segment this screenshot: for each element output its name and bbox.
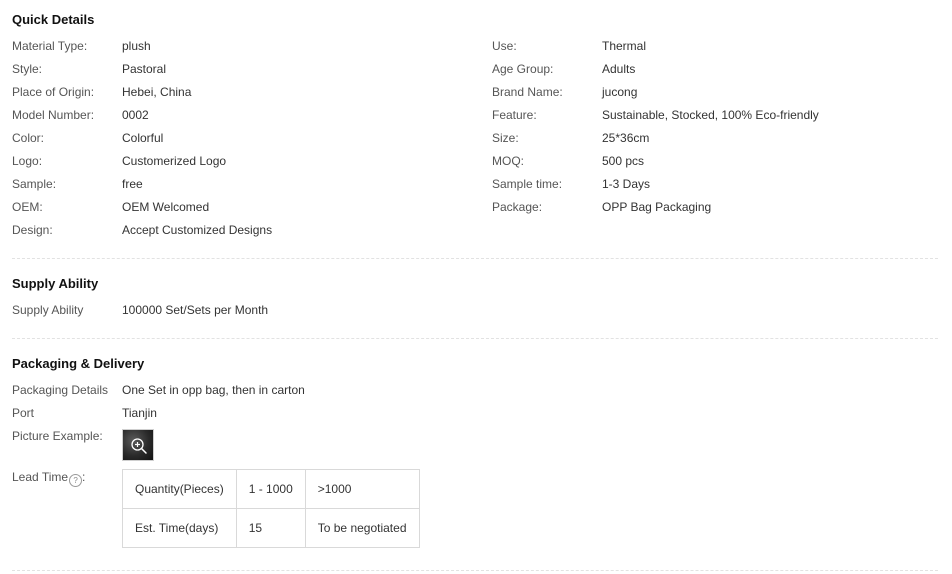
picture-example-thumbnail[interactable] bbox=[122, 429, 154, 461]
detail-value: jucong bbox=[602, 85, 638, 99]
section-divider bbox=[12, 338, 938, 339]
detail-value: Sustainable, Stocked, 100% Eco-friendly bbox=[602, 108, 819, 122]
detail-label: Size: bbox=[492, 131, 519, 145]
section-divider bbox=[12, 258, 938, 259]
detail-label: Use: bbox=[492, 39, 517, 53]
detail-label: Feature: bbox=[492, 108, 537, 122]
supply-ability-title: Supply Ability bbox=[12, 276, 99, 291]
detail-value: plush bbox=[122, 39, 151, 53]
detail-value: Accept Customized Designs bbox=[122, 223, 273, 237]
section-divider bbox=[12, 570, 938, 571]
detail-value: Hebei, China bbox=[122, 85, 192, 99]
detail-label: Packaging Details bbox=[12, 383, 109, 397]
table-cell: To be negotiated bbox=[304, 508, 420, 548]
detail-label: Sample time: bbox=[492, 177, 563, 191]
detail-label: Color: bbox=[12, 131, 45, 145]
detail-value: OEM Welcomed bbox=[122, 200, 210, 214]
detail-value: OPP Bag Packaging bbox=[602, 200, 712, 214]
table-cell: 15 bbox=[235, 508, 306, 548]
table-cell: 1 - 1000 bbox=[235, 469, 306, 509]
lead-time-label-group: Lead Time?: bbox=[12, 469, 85, 487]
table-cell: Quantity(Pieces) bbox=[122, 469, 237, 509]
detail-value: 100000 Set/Sets per Month bbox=[122, 303, 269, 317]
lead-time-label: Lead Time bbox=[12, 470, 69, 484]
lead-time-colon: : bbox=[82, 470, 86, 484]
detail-label: Material Type: bbox=[12, 39, 88, 53]
detail-value: Colorful bbox=[122, 131, 164, 145]
detail-label: Model Number: bbox=[12, 108, 95, 122]
detail-value: free bbox=[122, 177, 143, 191]
detail-label: Sample: bbox=[12, 177, 57, 191]
detail-label: Style: bbox=[12, 62, 43, 76]
table-row: Est. Time(days) 15 To be negotiated bbox=[122, 508, 420, 548]
help-icon[interactable]: ? bbox=[69, 474, 83, 487]
detail-label: Brand Name: bbox=[492, 85, 563, 99]
table-row: Quantity(Pieces) 1 - 1000 >1000 bbox=[122, 469, 420, 509]
detail-value: Thermal bbox=[602, 39, 647, 53]
detail-value: Pastoral bbox=[122, 62, 167, 76]
detail-value: 0002 bbox=[122, 108, 149, 122]
detail-label: Place of Origin: bbox=[12, 85, 95, 99]
detail-label: Port bbox=[12, 406, 35, 420]
detail-label: Package: bbox=[492, 200, 543, 214]
zoom-in-icon bbox=[131, 438, 147, 454]
detail-label: Design: bbox=[12, 223, 53, 237]
packaging-delivery-title: Packaging & Delivery bbox=[12, 356, 145, 371]
detail-value: Adults bbox=[602, 62, 636, 76]
detail-label: Supply Ability bbox=[12, 303, 84, 317]
detail-value: Customerized Logo bbox=[122, 154, 227, 168]
detail-label: Picture Example: bbox=[12, 429, 103, 443]
table-cell: Est. Time(days) bbox=[122, 508, 237, 548]
detail-value: Tianjin bbox=[122, 406, 157, 420]
detail-value: 25*36cm bbox=[602, 131, 650, 145]
detail-label: Age Group: bbox=[492, 62, 554, 76]
detail-label: Logo: bbox=[12, 154, 43, 168]
lead-time-table: Quantity(Pieces) 1 - 1000 >1000 Est. Tim… bbox=[122, 469, 420, 548]
table-cell: >1000 bbox=[304, 469, 420, 509]
detail-value: One Set in opp bag, then in carton bbox=[122, 383, 305, 397]
detail-label: MOQ: bbox=[492, 154, 524, 168]
detail-value: 500 pcs bbox=[602, 154, 645, 168]
quick-details-title: Quick Details bbox=[12, 12, 95, 27]
detail-label: OEM: bbox=[12, 200, 43, 214]
detail-value: 1-3 Days bbox=[602, 177, 651, 191]
